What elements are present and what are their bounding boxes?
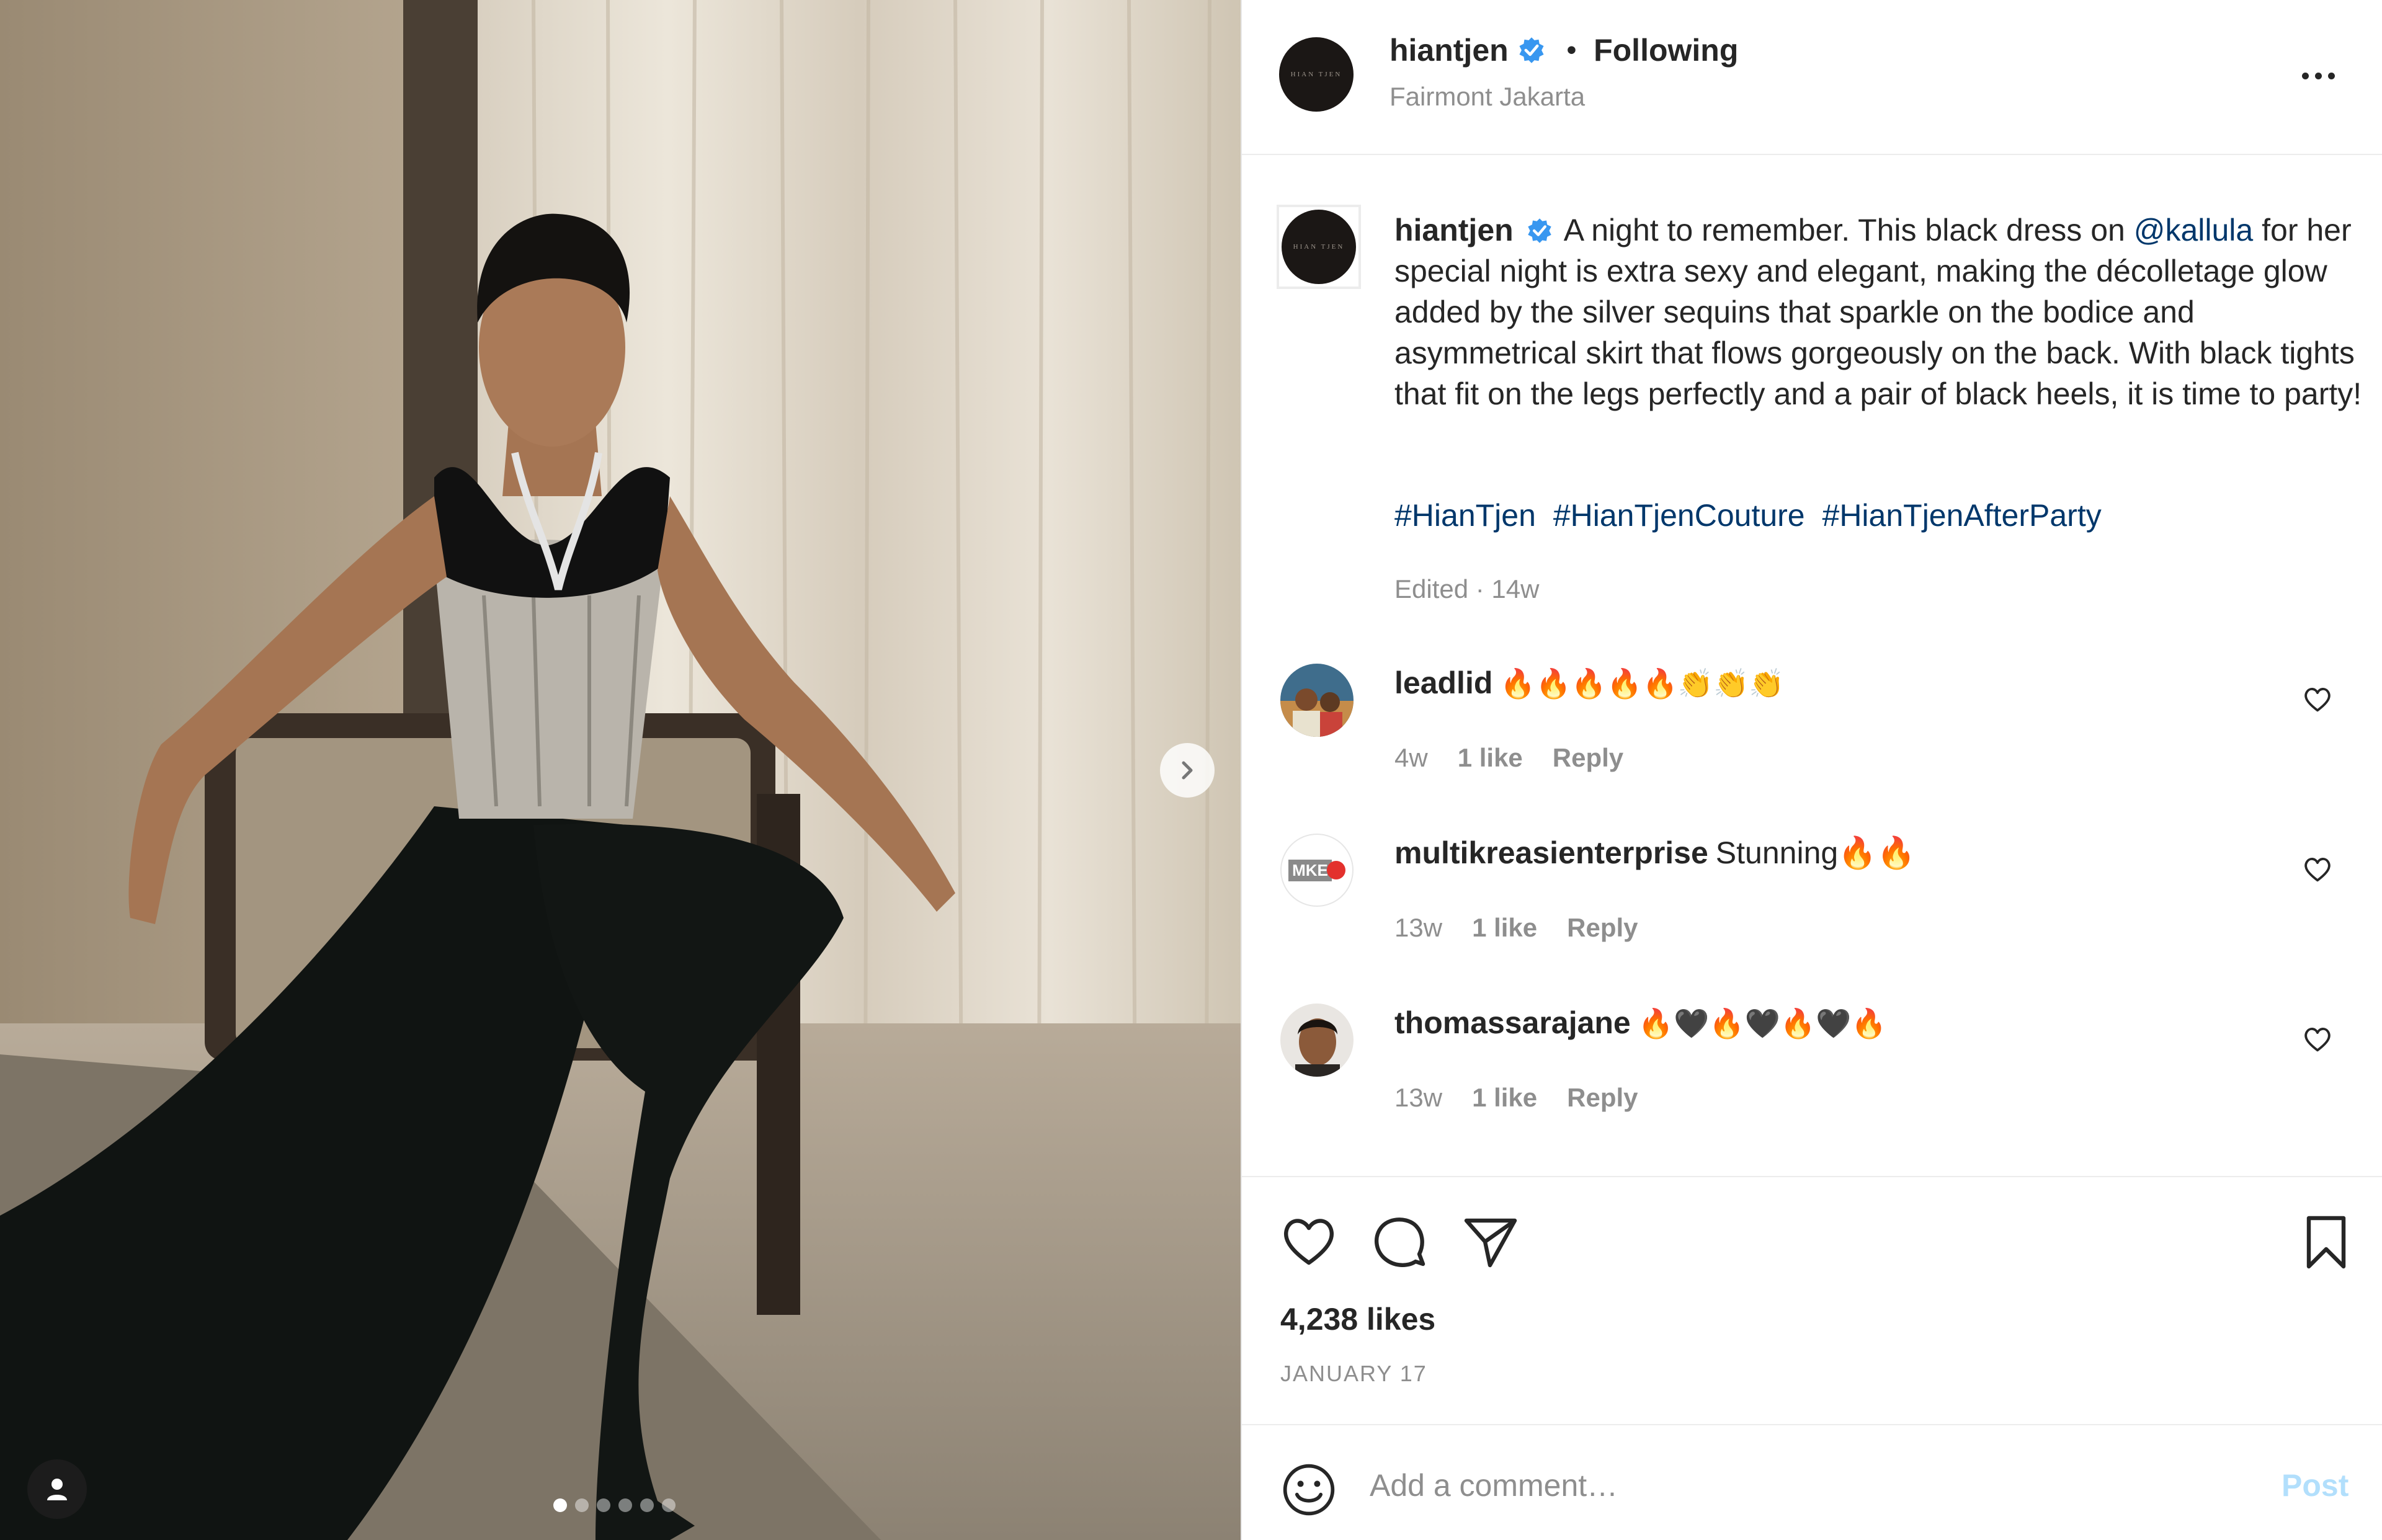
emoji-smile-icon[interactable] (1280, 1461, 1337, 1518)
commenter-username[interactable]: multikreasienterprise (1394, 835, 1708, 870)
location-link[interactable]: Fairmont Jakarta (1390, 82, 1585, 112)
caption-avatar: HIAN TJEN (1282, 210, 1356, 284)
commenter-username[interactable]: thomassarajane (1394, 1005, 1631, 1040)
avatar-photo (1280, 1004, 1354, 1077)
comment-text-line: thomassarajane 🔥🖤🔥🖤🔥🖤🔥 (1394, 1005, 1887, 1041)
caption-mention-link[interactable]: @kallula (2134, 213, 2254, 247)
comment-meta: 13w 1 like Reply (1394, 1083, 1638, 1113)
comment-likes-link[interactable]: 1 like (1472, 1083, 1537, 1113)
like-heart-icon[interactable] (1279, 1212, 1339, 1271)
commenter-avatar[interactable] (1280, 664, 1354, 737)
ellipsis-icon (2327, 72, 2335, 79)
comment-item: thomassarajane 🔥🖤🔥🖤🔥🖤🔥 13w 1 like Reply (1242, 1004, 2382, 1140)
add-comment-bar: Post (1242, 1424, 2382, 1540)
caption-text-start: A night to remember. This black dress on (1563, 213, 2134, 247)
chevron-right-icon (1182, 761, 1193, 780)
post-caption: hiantjen A night to remember. This black… (1394, 210, 2362, 414)
heart-icon[interactable] (2301, 853, 2334, 886)
comment-text: Stunning🔥🔥 (1715, 835, 1916, 870)
post-photo[interactable] (0, 0, 1241, 1540)
hashtag-link[interactable]: #HianTjenCouture (1553, 498, 1805, 533)
commenter-username[interactable]: leadlid (1394, 665, 1492, 700)
comment-input[interactable] (1370, 1458, 2176, 1513)
carousel-dot (618, 1498, 632, 1512)
caption-meta: Edited · 14w (1394, 574, 1540, 603)
instagram-post-view: HIAN TJEN hiantjen • Following Fairmont … (0, 0, 2382, 1540)
heart-icon[interactable] (2301, 683, 2334, 716)
comment-text-line: multikreasienterprise Stunning🔥🔥 (1394, 835, 1916, 871)
comment-item: leadlid 🔥🔥🔥🔥🔥👏👏👏 4w 1 like Reply (1242, 664, 2382, 800)
more-options-button[interactable] (2290, 57, 2346, 94)
photo-illustration (0, 0, 1241, 1540)
comment-likes-link[interactable]: 1 like (1472, 913, 1537, 943)
post-actions: 4,238 likes JANUARY 17 (1242, 1176, 2382, 1424)
author-line: hiantjen • Following (1390, 32, 1738, 68)
user-icon (47, 1479, 67, 1500)
likes-count[interactable]: 4,238 likes (1280, 1301, 1435, 1337)
caption-username[interactable]: hiantjen (1394, 213, 1514, 247)
post-header: HIAN TJEN hiantjen • Following Fairmont … (1242, 0, 2382, 155)
comment-bubble-icon[interactable] (1370, 1212, 1429, 1271)
carousel-dot (640, 1498, 654, 1512)
carousel-dot (553, 1498, 567, 1512)
verified-badge-icon (1527, 218, 1551, 243)
save-bookmark-icon[interactable] (2296, 1212, 2356, 1271)
comment-reply-button[interactable]: Reply (1553, 743, 1623, 773)
mke-logo-text: MKE (1288, 859, 1332, 881)
mke-logo-dot (1326, 861, 1345, 879)
heart-icon[interactable] (2301, 1023, 2334, 1056)
follow-status-button[interactable]: Following (1594, 32, 1738, 68)
comment-time: 13w (1394, 913, 1443, 942)
post-details-pane: HIAN TJEN hiantjen • Following Fairmont … (1241, 0, 2382, 1540)
comment-meta: 13w 1 like Reply (1394, 913, 1638, 943)
separator-dot: • (1566, 35, 1577, 65)
brand-logo-text: HIAN TJEN (1293, 243, 1345, 251)
author-avatar[interactable]: HIAN TJEN (1279, 37, 1354, 112)
mke-logo: MKE (1288, 859, 1345, 881)
comment-meta: 4w 1 like Reply (1394, 743, 1623, 773)
comment-time: 13w (1394, 1083, 1443, 1112)
verified-badge-icon (1519, 37, 1544, 63)
ellipsis-icon (2314, 72, 2322, 79)
carousel-dot (662, 1498, 676, 1512)
comment-reply-button[interactable]: Reply (1567, 913, 1638, 943)
commenter-avatar[interactable]: MKE (1280, 834, 1354, 907)
comment-text: 🔥🖤🔥🖤🔥🖤🔥 (1638, 1007, 1887, 1040)
carousel-dot (575, 1498, 589, 1512)
comment-time: 4w (1394, 743, 1428, 772)
post-date: JANUARY 17 (1280, 1361, 1427, 1386)
caption-hashtags: #HianTjen #HianTjenCouture #HianTjenAfte… (1394, 497, 2110, 533)
brand-logo-text: HIAN TJEN (1290, 71, 1342, 78)
share-send-icon[interactable] (1460, 1212, 1520, 1271)
carousel-dot (597, 1498, 610, 1512)
comment-reply-button[interactable]: Reply (1567, 1083, 1638, 1113)
author-username[interactable]: hiantjen (1390, 32, 1509, 68)
commenter-avatar[interactable] (1280, 1004, 1354, 1077)
comment-item: MKE multikreasienterprise Stunning🔥🔥 13w … (1242, 834, 2382, 970)
hashtag-link[interactable]: #HianTjen (1394, 498, 1536, 533)
next-image-button[interactable] (1160, 743, 1215, 798)
avatar-photo (1280, 664, 1354, 737)
comment-text: 🔥🔥🔥🔥🔥👏👏👏 (1500, 667, 1785, 700)
tagged-users-button[interactable] (27, 1459, 87, 1519)
post-comment-button[interactable]: Post (2282, 1467, 2349, 1503)
hashtag-link[interactable]: #HianTjenAfterParty (1822, 498, 2102, 533)
ellipsis-icon (2301, 72, 2309, 79)
comment-text-line: leadlid 🔥🔥🔥🔥🔥👏👏👏 (1394, 665, 1785, 701)
comment-likes-link[interactable]: 1 like (1458, 743, 1523, 773)
caption-avatar-ring[interactable]: HIAN TJEN (1277, 205, 1361, 289)
carousel-indicator (553, 1498, 676, 1512)
